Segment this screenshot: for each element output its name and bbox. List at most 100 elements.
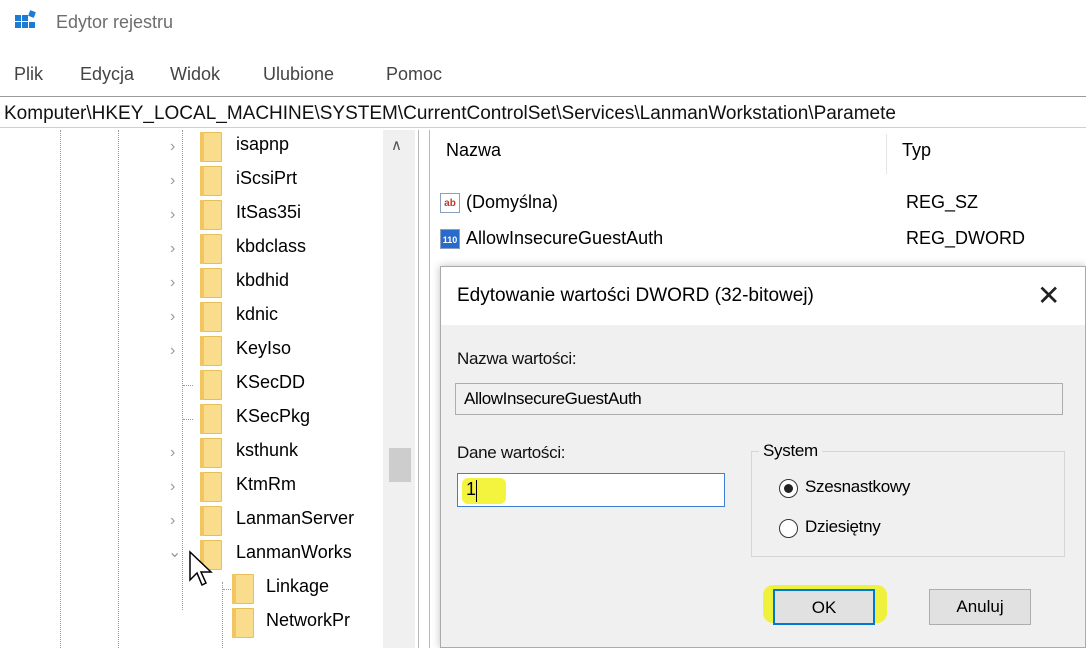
radio-hexadecimal[interactable] [779, 479, 798, 498]
menu-favorites[interactable]: Ulubione [263, 64, 334, 85]
base-groupbox [751, 451, 1065, 557]
radio-decimal-label[interactable]: Dziesiętny [805, 517, 881, 537]
chevron-right-icon[interactable]: › [170, 479, 184, 495]
folder-icon [200, 302, 222, 332]
chevron-right-icon[interactable]: › [170, 173, 184, 189]
folder-icon [200, 166, 222, 196]
tree-item-label: kbdclass [236, 236, 307, 256]
column-header-type[interactable]: Typ [902, 140, 931, 161]
tree-item-iscsiprt[interactable]: › iScsiPrt [0, 164, 418, 198]
tree-item-kbdclass[interactable]: › kbdclass [0, 232, 418, 266]
tree-item-label: LanmanServer [236, 508, 355, 528]
value-data-label: Dane wartości: [457, 443, 566, 462]
tree-item-ksecpkg[interactable]: KSecPkg [0, 402, 418, 436]
scroll-thumb[interactable] [389, 448, 411, 482]
folder-icon [200, 506, 222, 536]
chevron-right-icon[interactable]: › [170, 275, 184, 291]
menu-view[interactable]: Widok [170, 64, 220, 85]
folder-icon [200, 268, 222, 298]
column-separator[interactable] [886, 134, 887, 174]
menu-help[interactable]: Pomoc [386, 64, 442, 85]
tree-connector [183, 385, 193, 386]
folder-icon [200, 200, 222, 230]
window-title: Edytor rejestru [56, 12, 174, 32]
tree-item-label: kdnic [236, 304, 279, 324]
menu-edit[interactable]: Edycja [80, 64, 134, 85]
tree-item-label: LanmanWorks [236, 542, 352, 562]
tree-item-label: kbdhid [236, 270, 290, 290]
list-item[interactable]: ab (Domyślna) REG_SZ [440, 190, 1080, 220]
chevron-right-icon[interactable]: › [170, 207, 184, 223]
folder-icon [200, 234, 222, 264]
edit-dword-dialog: Edytowanie wartości DWORD (32-bitowej) ✕… [440, 266, 1086, 648]
dialog-title-bar: Edytowanie wartości DWORD (32-bitowej) ✕ [441, 267, 1085, 325]
chevron-right-icon[interactable]: › [170, 309, 184, 325]
tree-item-isapnp[interactable]: › isapnp [0, 130, 418, 164]
base-group-label: System [759, 441, 822, 461]
pane-splitter[interactable] [418, 130, 430, 648]
tree-item-label: iScsiPrt [236, 168, 298, 188]
dialog-title: Edytowanie wartości DWORD (32-bitowej) [457, 285, 814, 306]
folder-icon [200, 404, 222, 434]
chevron-right-icon[interactable]: › [170, 241, 184, 257]
radio-hexadecimal-label[interactable]: Szesnastkowy [805, 477, 910, 497]
chevron-down-icon[interactable]: ⌄ [168, 545, 182, 561]
radio-decimal[interactable] [779, 519, 798, 538]
tree-item-label: KtmRm [236, 474, 296, 494]
value-name-label: Nazwa wartości: [457, 349, 577, 368]
tree-item-label: isapnp [236, 134, 290, 154]
mouse-pointer-icon [189, 550, 213, 587]
folder-icon [232, 608, 254, 638]
folder-icon [200, 336, 222, 366]
tree-item-kbdhid[interactable]: › kbdhid [0, 266, 418, 300]
tree-item-networkprovider[interactable]: NetworkPr [0, 606, 418, 640]
chevron-right-icon[interactable]: › [170, 139, 184, 155]
menu-file[interactable]: Plik [14, 64, 43, 85]
chevron-right-icon[interactable]: › [170, 513, 184, 529]
folder-icon [200, 132, 222, 162]
ok-button[interactable]: OK [773, 589, 875, 625]
close-icon[interactable]: ✕ [1037, 279, 1060, 312]
tree-item-ktmrm[interactable]: › KtmRm [0, 470, 418, 504]
value-name: AllowInsecureGuestAuth [466, 228, 664, 248]
address-bar[interactable]: Komputer\HKEY_LOCAL_MACHINE\SYSTEM\Curre… [0, 96, 1086, 128]
tree-item-label: Linkage [266, 576, 330, 596]
folder-icon [200, 438, 222, 468]
tree-item-keyiso[interactable]: › KeyIso [0, 334, 418, 368]
text-caret [476, 480, 477, 502]
tree-item-lanmanserver[interactable]: › LanmanServer [0, 504, 418, 538]
folder-icon [200, 370, 222, 400]
scroll-up-icon[interactable]: ∧ [391, 136, 402, 154]
value-name-field: AllowInsecureGuestAuth [455, 383, 1063, 415]
tree-connector [183, 419, 193, 420]
list-item[interactable]: 110 AllowInsecureGuestAuth REG_DWORD [440, 226, 1080, 256]
value-data-text[interactable]: 1 [466, 479, 476, 500]
value-type: REG_DWORD [906, 228, 1026, 248]
tree-item-label: KSecPkg [236, 406, 311, 426]
value-data-input[interactable]: 1 [457, 473, 725, 507]
tree-item-label: NetworkPr [266, 610, 351, 630]
string-value-icon: ab [440, 193, 460, 213]
binary-value-icon: 110 [440, 229, 460, 249]
tree-item-itsas35i[interactable]: › ItSas35i [0, 198, 418, 232]
folder-icon [232, 574, 254, 604]
menu-bar: Plik Edycja Widok Ulubione Pomoc [0, 60, 1086, 90]
tree-item-label: KSecDD [236, 372, 306, 392]
tree-item-kdnic[interactable]: › kdnic [0, 300, 418, 334]
cancel-button[interactable]: Anuluj [929, 589, 1031, 625]
column-header-name[interactable]: Nazwa [446, 140, 501, 161]
tree-item-ksthunk[interactable]: › ksthunk [0, 436, 418, 470]
title-bar: Edytor rejestru [0, 0, 1086, 48]
folder-icon [200, 472, 222, 502]
value-name-text: AllowInsecureGuestAuth [464, 389, 642, 408]
registry-editor-icon [15, 10, 36, 28]
tree-item-label: ItSas35i [236, 202, 302, 222]
address-path[interactable]: Komputer\HKEY_LOCAL_MACHINE\SYSTEM\Curre… [4, 103, 1084, 125]
tree-item-label: ksthunk [236, 440, 299, 460]
tree-item-ksecdd[interactable]: KSecDD [0, 368, 418, 402]
value-name: (Domyślna) [466, 192, 559, 212]
tree-scrollbar[interactable]: ∧ [383, 130, 415, 648]
chevron-right-icon[interactable]: › [170, 343, 184, 359]
chevron-right-icon[interactable]: › [170, 445, 184, 461]
value-type: REG_SZ [906, 192, 979, 212]
